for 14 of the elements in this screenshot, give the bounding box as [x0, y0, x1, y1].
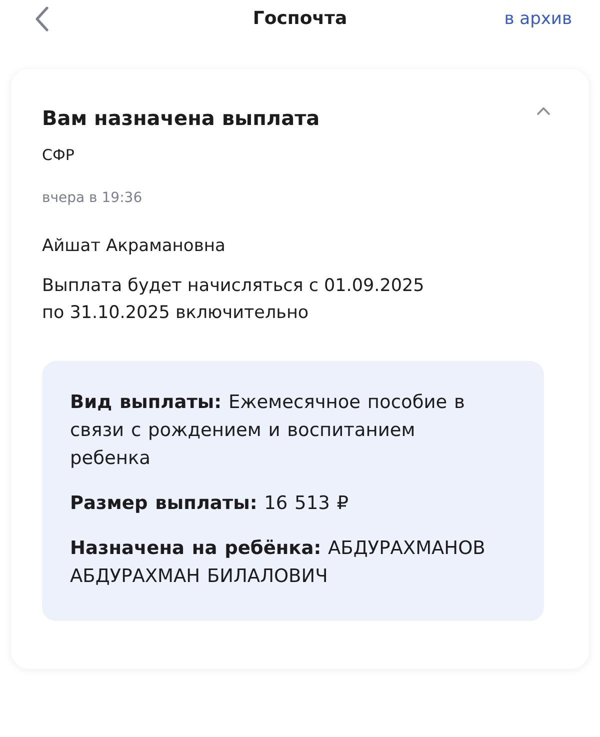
sender-name: СФР — [42, 145, 76, 165]
archive-link[interactable]: в архив — [504, 9, 572, 29]
chevron-left-icon — [35, 6, 49, 32]
message-title: Вам назначена выплата — [42, 105, 320, 131]
message-time: вчера в 19:36 — [42, 189, 144, 208]
back-button[interactable] — [35, 6, 49, 32]
detail-text: Размер выплаты: 16 513 ₽ — [70, 492, 350, 516]
detail-text: Вид выплаты: Ежемесячное пособие в связи с рождением и воспитанием ребенка — [70, 391, 466, 471]
chevron-up-icon — [537, 107, 550, 115]
collapse-button[interactable] — [537, 107, 550, 115]
recipient-name: Айшат Акрамановна — [42, 235, 226, 258]
message-text: Выплата будет начисляться с 01.09.2025 по 31.10.2025 включительно — [42, 275, 426, 325]
screen-title: Госпочта — [252, 8, 348, 29]
detail-text: Назначена на ребёнка: АБДУРАХМАНОВ АБДУРАХМАН БИЛАЛОВИЧ — [70, 537, 486, 589]
